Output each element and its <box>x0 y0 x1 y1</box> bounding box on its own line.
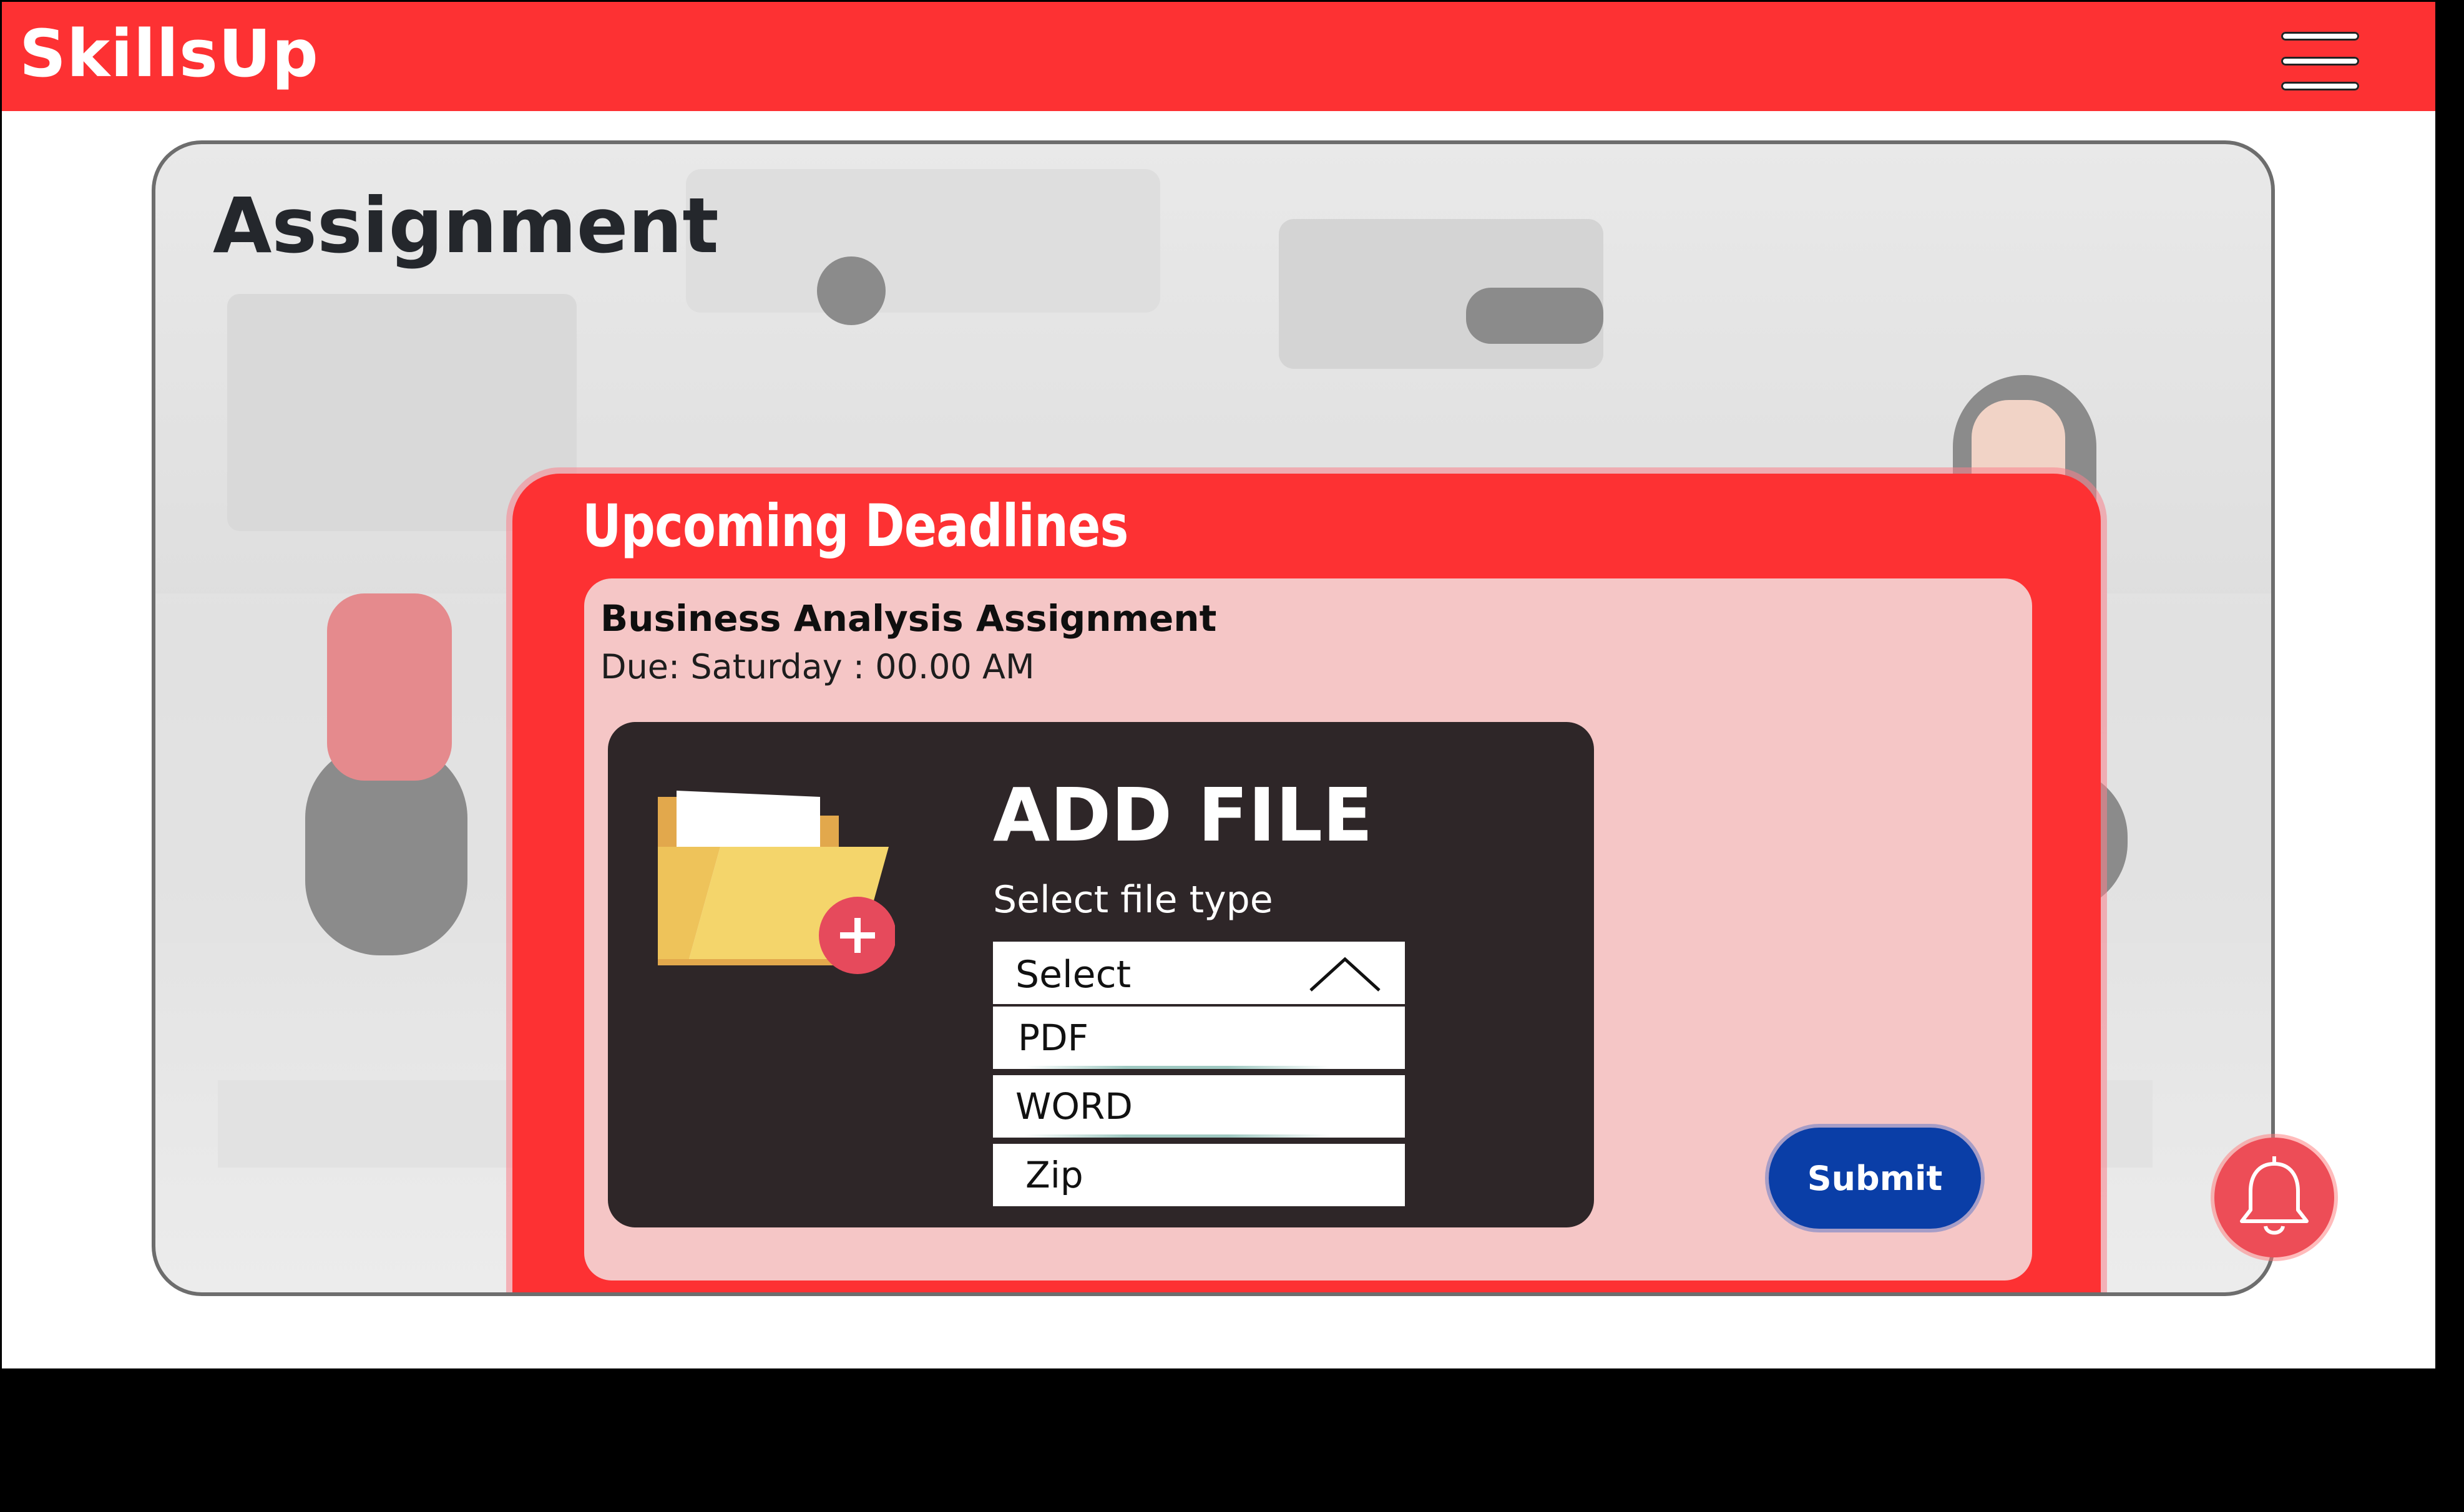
option-label: PDF <box>1018 1017 1088 1059</box>
option-divider <box>1024 1066 1330 1069</box>
file-type-select-value: Select <box>1015 953 1132 997</box>
upcoming-deadlines-card: Upcoming Deadlines Business Analysis Ass… <box>512 474 2101 1292</box>
assignment-panel: Assignment Upcoming Deadlines Business A… <box>152 140 2275 1296</box>
file-type-option-word[interactable]: WORD <box>993 1075 1405 1138</box>
notification-button[interactable] <box>2214 1138 2334 1257</box>
hamburger-menu-icon[interactable] <box>2281 32 2359 94</box>
top-bar: SkillsUp <box>2 2 2435 111</box>
due-date: Due: Saturday : 00.00 AM <box>600 647 1035 686</box>
submit-button[interactable]: Submit <box>1769 1128 1981 1229</box>
brand-logo[interactable]: SkillsUp <box>19 16 319 92</box>
chevron-up-icon[interactable] <box>1308 955 1382 993</box>
folder-add-icon[interactable] <box>652 772 895 984</box>
page-title: Assignment <box>213 182 719 270</box>
option-label: Zip <box>1025 1154 1083 1196</box>
bell-icon <box>2240 1156 2309 1235</box>
option-label: WORD <box>1015 1085 1133 1128</box>
add-file-title: ADD FILE <box>993 772 1373 858</box>
file-type-select[interactable]: Select <box>993 942 1405 1004</box>
app-screen: SkillsUp Assignment Upcoming Deadlines B… <box>2 2 2435 1368</box>
add-file-panel: ADD FILE Select file type Select PDF WOR… <box>608 722 1594 1227</box>
deadline-item: Business Analysis Assignment Due: Saturd… <box>584 578 2032 1280</box>
file-type-option-pdf[interactable]: PDF <box>993 1007 1405 1069</box>
upcoming-deadlines-heading: Upcoming Deadlines <box>582 492 1128 560</box>
file-type-label: Select file type <box>993 878 1273 922</box>
option-divider <box>1024 1134 1330 1138</box>
file-type-option-zip[interactable]: Zip <box>993 1144 1405 1206</box>
assignment-name: Business Analysis Assignment <box>600 597 1217 640</box>
